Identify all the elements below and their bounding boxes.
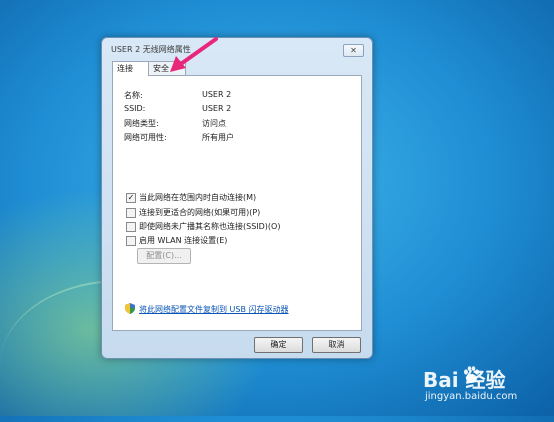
tab-connection[interactable]: 连接 bbox=[112, 61, 149, 76]
info-label: 网络可用性: bbox=[124, 133, 167, 142]
info-label: SSID: bbox=[124, 104, 146, 113]
option-label: 连接到更适合的网络(如果可用)(P) bbox=[139, 208, 261, 217]
info-value: 访问点 bbox=[202, 119, 226, 128]
info-value: USER 2 bbox=[202, 104, 232, 113]
close-button[interactable]: ✕ bbox=[343, 44, 364, 57]
option-label: 启用 WLAN 连接设置(E) bbox=[139, 236, 228, 245]
close-icon: ✕ bbox=[350, 46, 357, 55]
checkbox[interactable] bbox=[126, 222, 136, 232]
checkbox[interactable]: ✓ bbox=[126, 193, 136, 203]
ok-button[interactable]: 确定 bbox=[254, 337, 303, 353]
info-label: 名称: bbox=[124, 91, 143, 100]
baidu-paw-icon bbox=[464, 366, 479, 383]
checkbox[interactable] bbox=[126, 208, 136, 218]
title-bar[interactable]: USER 2 无线网络属性 ✕ bbox=[102, 38, 372, 62]
configure-button[interactable]: 配置(C)... bbox=[137, 248, 191, 264]
copy-profile-link-text[interactable]: 将此网络配置文件复制到 USB 闪存驱动器 bbox=[139, 304, 289, 315]
info-value: USER 2 bbox=[202, 90, 232, 99]
info-value: 所有用户 bbox=[202, 133, 234, 142]
cancel-button[interactable]: 取消 bbox=[312, 337, 361, 353]
option-label: 即使网络未广播其名称也连接(SSID)(O) bbox=[139, 222, 281, 231]
connection-panel: 名称: USER 2 SSID: USER 2 网络类型: 访问点 网络可用性:… bbox=[112, 75, 362, 331]
baidu-jingyan-watermark: Bai 经验 jingyan.baidu.com bbox=[423, 364, 547, 408]
watermark-url: jingyan.baidu.com bbox=[425, 391, 518, 402]
uac-shield-icon bbox=[125, 303, 135, 314]
checkbox[interactable] bbox=[126, 236, 136, 246]
info-label: 网络类型: bbox=[124, 119, 159, 128]
option-label: 当此网络在范围内时自动连接(M) bbox=[139, 193, 257, 202]
wireless-properties-dialog: USER 2 无线网络属性 ✕ 连接 安全 名称: USER 2 SSID: U… bbox=[101, 37, 373, 359]
annotation-arrow-icon bbox=[170, 37, 218, 72]
